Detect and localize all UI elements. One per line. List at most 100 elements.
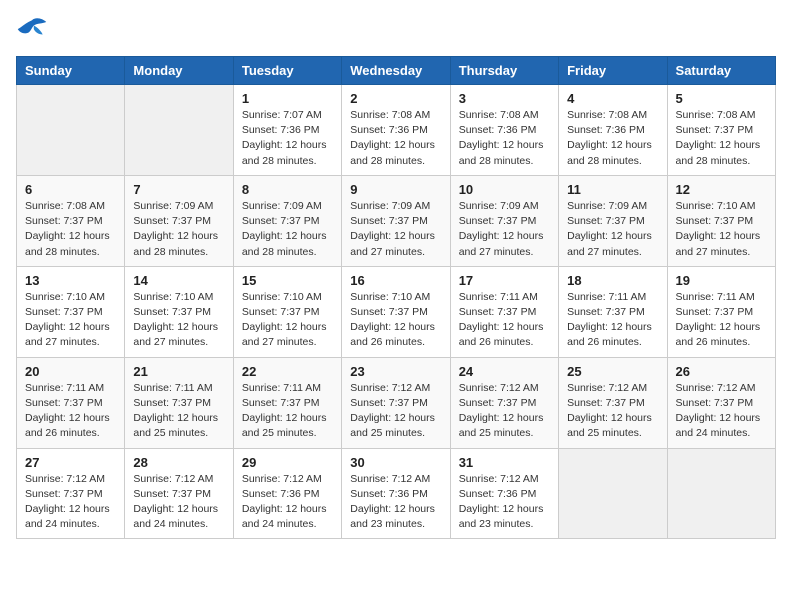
day-number: 24 (459, 364, 550, 379)
calendar-cell (559, 448, 667, 539)
day-number: 31 (459, 455, 550, 470)
day-info: Sunrise: 7:12 AM Sunset: 7:37 PM Dayligh… (133, 472, 224, 533)
day-number: 12 (676, 182, 767, 197)
calendar-cell: 6 Sunrise: 7:08 AM Sunset: 7:37 PM Daylig… (17, 175, 125, 266)
calendar-cell: 19 Sunrise: 7:11 AM Sunset: 7:37 PM Dayli… (667, 266, 775, 357)
day-info: Sunrise: 7:09 AM Sunset: 7:37 PM Dayligh… (242, 199, 333, 260)
day-number: 2 (350, 91, 441, 106)
calendar-cell (17, 85, 125, 176)
day-number: 25 (567, 364, 658, 379)
day-number: 27 (25, 455, 116, 470)
calendar-week-row: 1 Sunrise: 7:07 AM Sunset: 7:36 PM Daylig… (17, 85, 776, 176)
day-number: 5 (676, 91, 767, 106)
weekday-header: Friday (559, 57, 667, 85)
day-number: 11 (567, 182, 658, 197)
day-info: Sunrise: 7:10 AM Sunset: 7:37 PM Dayligh… (25, 290, 116, 351)
calendar-cell: 10 Sunrise: 7:09 AM Sunset: 7:37 PM Dayli… (450, 175, 558, 266)
calendar-cell: 17 Sunrise: 7:11 AM Sunset: 7:37 PM Dayli… (450, 266, 558, 357)
day-info: Sunrise: 7:12 AM Sunset: 7:36 PM Dayligh… (242, 472, 333, 533)
calendar-cell: 25 Sunrise: 7:12 AM Sunset: 7:37 PM Dayli… (559, 357, 667, 448)
calendar-cell: 29 Sunrise: 7:12 AM Sunset: 7:36 PM Dayli… (233, 448, 341, 539)
calendar-cell: 8Sunrise: 7:09 AM Sunset: 7:37 PM Daylig… (233, 175, 341, 266)
day-info: Sunrise: 7:11 AM Sunset: 7:37 PM Dayligh… (459, 290, 550, 351)
day-info: Sunrise: 7:08 AM Sunset: 7:36 PM Dayligh… (350, 108, 441, 169)
day-number: 17 (459, 273, 550, 288)
day-number: 13 (25, 273, 116, 288)
day-info: Sunrise: 7:10 AM Sunset: 7:37 PM Dayligh… (350, 290, 441, 351)
day-number: 23 (350, 364, 441, 379)
calendar-cell: 24Sunrise: 7:12 AM Sunset: 7:37 PM Dayli… (450, 357, 558, 448)
day-info: Sunrise: 7:08 AM Sunset: 7:37 PM Dayligh… (676, 108, 767, 169)
day-info: Sunrise: 7:09 AM Sunset: 7:37 PM Dayligh… (133, 199, 224, 260)
day-info: Sunrise: 7:09 AM Sunset: 7:37 PM Dayligh… (567, 199, 658, 260)
calendar-cell: 20 Sunrise: 7:11 AM Sunset: 7:37 PM Dayli… (17, 357, 125, 448)
calendar-cell: 26Sunrise: 7:12 AM Sunset: 7:37 PM Dayli… (667, 357, 775, 448)
calendar-cell: 23 Sunrise: 7:12 AM Sunset: 7:37 PM Dayli… (342, 357, 450, 448)
calendar-cell: 27Sunrise: 7:12 AM Sunset: 7:37 PM Dayli… (17, 448, 125, 539)
day-info: Sunrise: 7:07 AM Sunset: 7:36 PM Dayligh… (242, 108, 333, 169)
weekday-header: Tuesday (233, 57, 341, 85)
day-info: Sunrise: 7:12 AM Sunset: 7:37 PM Dayligh… (567, 381, 658, 442)
calendar-table: SundayMondayTuesdayWednesdayThursdayFrid… (16, 56, 776, 539)
calendar-cell: 18 Sunrise: 7:11 AM Sunset: 7:37 PM Dayli… (559, 266, 667, 357)
day-number: 22 (242, 364, 333, 379)
calendar-week-row: 13 Sunrise: 7:10 AM Sunset: 7:37 PM Dayli… (17, 266, 776, 357)
weekday-header: Sunday (17, 57, 125, 85)
day-info: Sunrise: 7:11 AM Sunset: 7:37 PM Dayligh… (567, 290, 658, 351)
calendar-cell: 5 Sunrise: 7:08 AM Sunset: 7:37 PM Daylig… (667, 85, 775, 176)
day-info: Sunrise: 7:12 AM Sunset: 7:36 PM Dayligh… (350, 472, 441, 533)
calendar-cell: 21 Sunrise: 7:11 AM Sunset: 7:37 PM Dayli… (125, 357, 233, 448)
day-number: 6 (25, 182, 116, 197)
calendar-week-row: 6 Sunrise: 7:08 AM Sunset: 7:37 PM Daylig… (17, 175, 776, 266)
day-number: 26 (676, 364, 767, 379)
logo (16, 16, 52, 44)
calendar-cell (667, 448, 775, 539)
calendar-week-row: 20 Sunrise: 7:11 AM Sunset: 7:37 PM Dayli… (17, 357, 776, 448)
day-number: 14 (133, 273, 224, 288)
calendar-week-row: 27 Sunrise: 7:12 AM Sunset: 7:37 PM Dayli… (17, 448, 776, 539)
day-info: Sunrise: 7:11 AM Sunset: 7:37 PM Dayligh… (242, 381, 333, 442)
day-info: Sunrise: 7:12 AM Sunset: 7:36 PM Dayligh… (459, 472, 550, 533)
day-number: 3 (459, 91, 550, 106)
day-info: Sunrise: 7:08 AM Sunset: 7:36 PM Dayligh… (567, 108, 658, 169)
day-number: 15 (242, 273, 333, 288)
day-info: Sunrise: 7:09 AM Sunset: 7:37 PM Dayligh… (459, 199, 550, 260)
day-number: 10 (459, 182, 550, 197)
day-info: Sunrise: 7:09 AM Sunset: 7:37 PM Dayligh… (350, 199, 441, 260)
day-info: Sunrise: 7:08 AM Sunset: 7:36 PM Dayligh… (459, 108, 550, 169)
day-info: Sunrise: 7:11 AM Sunset: 7:37 PM Dayligh… (133, 381, 224, 442)
day-number: 1 (242, 91, 333, 106)
calendar-cell: 14 Sunrise: 7:10 AM Sunset: 7:37 PM Dayli… (125, 266, 233, 357)
calendar-cell: 4 Sunrise: 7:08 AM Sunset: 7:36 PM Daylig… (559, 85, 667, 176)
day-number: 21 (133, 364, 224, 379)
day-number: 19 (676, 273, 767, 288)
calendar-cell (125, 85, 233, 176)
calendar-cell: 31 Sunrise: 7:12 AM Sunset: 7:36 PM Dayli… (450, 448, 558, 539)
calendar-cell: 2 Sunrise: 7:08 AM Sunset: 7:36 PM Daylig… (342, 85, 450, 176)
calendar-cell: 22 Sunrise: 7:11 AM Sunset: 7:37 PM Dayli… (233, 357, 341, 448)
day-number: 16 (350, 273, 441, 288)
weekday-header: Saturday (667, 57, 775, 85)
weekday-header: Wednesday (342, 57, 450, 85)
weekday-header: Monday (125, 57, 233, 85)
logo-icon (16, 16, 48, 44)
calendar-cell: 9 Sunrise: 7:09 AM Sunset: 7:37 PM Daylig… (342, 175, 450, 266)
day-number: 9 (350, 182, 441, 197)
calendar-cell: 12Sunrise: 7:10 AM Sunset: 7:37 PM Dayli… (667, 175, 775, 266)
calendar-cell: 1 Sunrise: 7:07 AM Sunset: 7:36 PM Daylig… (233, 85, 341, 176)
day-info: Sunrise: 7:10 AM Sunset: 7:37 PM Dayligh… (133, 290, 224, 351)
calendar-cell: 3 Sunrise: 7:08 AM Sunset: 7:36 PM Daylig… (450, 85, 558, 176)
day-number: 7 (133, 182, 224, 197)
day-info: Sunrise: 7:08 AM Sunset: 7:37 PM Dayligh… (25, 199, 116, 260)
day-number: 4 (567, 91, 658, 106)
calendar-cell: 11 Sunrise: 7:09 AM Sunset: 7:37 PM Dayli… (559, 175, 667, 266)
day-info: Sunrise: 7:11 AM Sunset: 7:37 PM Dayligh… (676, 290, 767, 351)
day-number: 28 (133, 455, 224, 470)
day-info: Sunrise: 7:11 AM Sunset: 7:37 PM Dayligh… (25, 381, 116, 442)
day-info: Sunrise: 7:12 AM Sunset: 7:37 PM Dayligh… (350, 381, 441, 442)
day-number: 29 (242, 455, 333, 470)
calendar-cell: 15Sunrise: 7:10 AM Sunset: 7:37 PM Dayli… (233, 266, 341, 357)
day-number: 18 (567, 273, 658, 288)
calendar-cell: 30Sunrise: 7:12 AM Sunset: 7:36 PM Dayli… (342, 448, 450, 539)
day-number: 20 (25, 364, 116, 379)
